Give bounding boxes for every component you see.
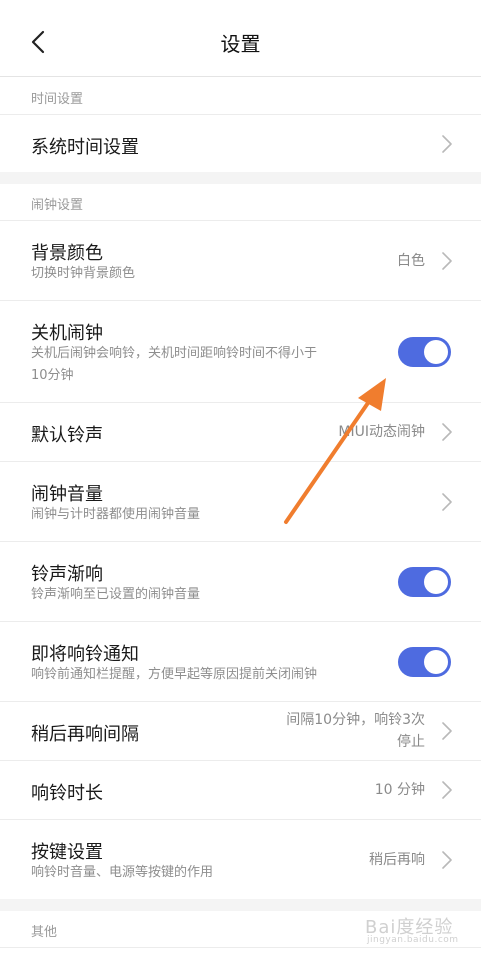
section-label-time: 时间设置 — [31, 92, 84, 107]
upcoming-notice-title: 即将响铃通知 — [31, 644, 139, 665]
ringtone-fade-row: 铃声渐响 铃声渐响至已设置的闹钟音量 — [0, 542, 481, 621]
button-settings-subtitle: 响铃时音量、电源等按键的作用 — [31, 865, 214, 880]
system-time-setting-row[interactable]: 系统时间设置 — [0, 115, 481, 172]
background-color-row[interactable]: 背景颜色 切换时钟背景颜色 白色 — [0, 221, 481, 300]
ringtone-fade-title: 铃声渐响 — [31, 564, 103, 585]
upcoming-notice-toggle[interactable] — [398, 647, 451, 677]
ring-duration-value: 10 分钟 — [374, 782, 425, 798]
alarm-volume-title: 闹钟音量 — [31, 484, 103, 505]
power-off-alarm-subtitle-line1: 关机后闹钟会响铃，关机时间距响铃时间不得小于 — [31, 346, 318, 361]
section-gap — [0, 172, 481, 184]
power-off-alarm-title: 关机闹钟 — [31, 323, 103, 344]
power-off-alarm-toggle[interactable] — [398, 337, 451, 367]
chevron-right-icon — [442, 851, 452, 869]
chevron-right-icon — [442, 781, 452, 799]
ringtone-fade-toggle[interactable] — [398, 567, 451, 597]
chevron-right-icon — [442, 135, 452, 153]
section-label-alarm: 闹钟设置 — [31, 198, 84, 213]
section-header-time: 时间设置 — [0, 77, 481, 115]
toggle-knob — [424, 570, 448, 594]
alarm-volume-row[interactable]: 闹钟音量 闹钟与计时器都使用闹钟音量 — [0, 462, 481, 541]
chevron-right-icon — [442, 493, 452, 511]
chevron-right-icon — [442, 423, 452, 441]
default-ringtone-title: 默认铃声 — [31, 425, 103, 446]
system-time-setting-title: 系统时间设置 — [31, 137, 139, 158]
watermark-sub: jingyan.baidu.com — [367, 935, 459, 945]
title-bar: 设置 — [0, 0, 481, 77]
upcoming-notice-row: 即将响铃通知 响铃前通知栏提醒，方便早起等原因提前关闭闹钟 — [0, 622, 481, 701]
snooze-interval-row[interactable]: 稍后再响间隔 间隔10分钟，响铃3次 停止 — [0, 702, 481, 760]
snooze-interval-title: 稍后再响间隔 — [31, 724, 139, 745]
chevron-right-icon — [442, 722, 452, 740]
toggle-knob — [424, 650, 448, 674]
power-off-alarm-subtitle-line2: 10分钟 — [31, 368, 74, 383]
ringtone-fade-subtitle: 铃声渐响至已设置的闹钟音量 — [31, 587, 201, 602]
upcoming-notice-subtitle: 响铃前通知栏提醒，方便早起等原因提前关闭闹钟 — [31, 667, 318, 682]
ring-duration-row[interactable]: 响铃时长 10 分钟 — [0, 761, 481, 819]
section-header-alarm: 闹钟设置 — [0, 184, 481, 220]
background-color-title: 背景颜色 — [31, 243, 103, 264]
snooze-interval-value-line2: 停止 — [397, 734, 425, 750]
background-color-subtitle: 切换时钟背景颜色 — [31, 266, 136, 281]
background-color-value: 白色 — [397, 253, 425, 269]
snooze-interval-value-line1: 间隔10分钟，响铃3次 — [286, 712, 425, 728]
page-title: 设置 — [220, 32, 261, 56]
button-settings-value: 稍后再响 — [369, 852, 425, 868]
chevron-right-icon — [442, 252, 452, 270]
alarm-volume-subtitle: 闹钟与计时器都使用闹钟音量 — [31, 507, 201, 522]
default-ringtone-value: MIUI动态闹钟 — [338, 424, 425, 440]
watermark-logo: Bai度经验 jingyan.baidu.com — [355, 905, 465, 949]
default-ringtone-row[interactable]: 默认铃声 MIUI动态闹钟 — [0, 403, 481, 461]
power-off-alarm-row: 关机闹钟 关机后闹钟会响铃，关机时间距响铃时间不得小于 10分钟 — [0, 301, 481, 402]
button-settings-row[interactable]: 按键设置 响铃时音量、电源等按键的作用 稍后再响 — [0, 820, 481, 899]
button-settings-title: 按键设置 — [31, 842, 103, 863]
ring-duration-title: 响铃时长 — [31, 783, 103, 804]
section-label-other: 其他 — [31, 925, 58, 940]
toggle-knob — [424, 340, 448, 364]
